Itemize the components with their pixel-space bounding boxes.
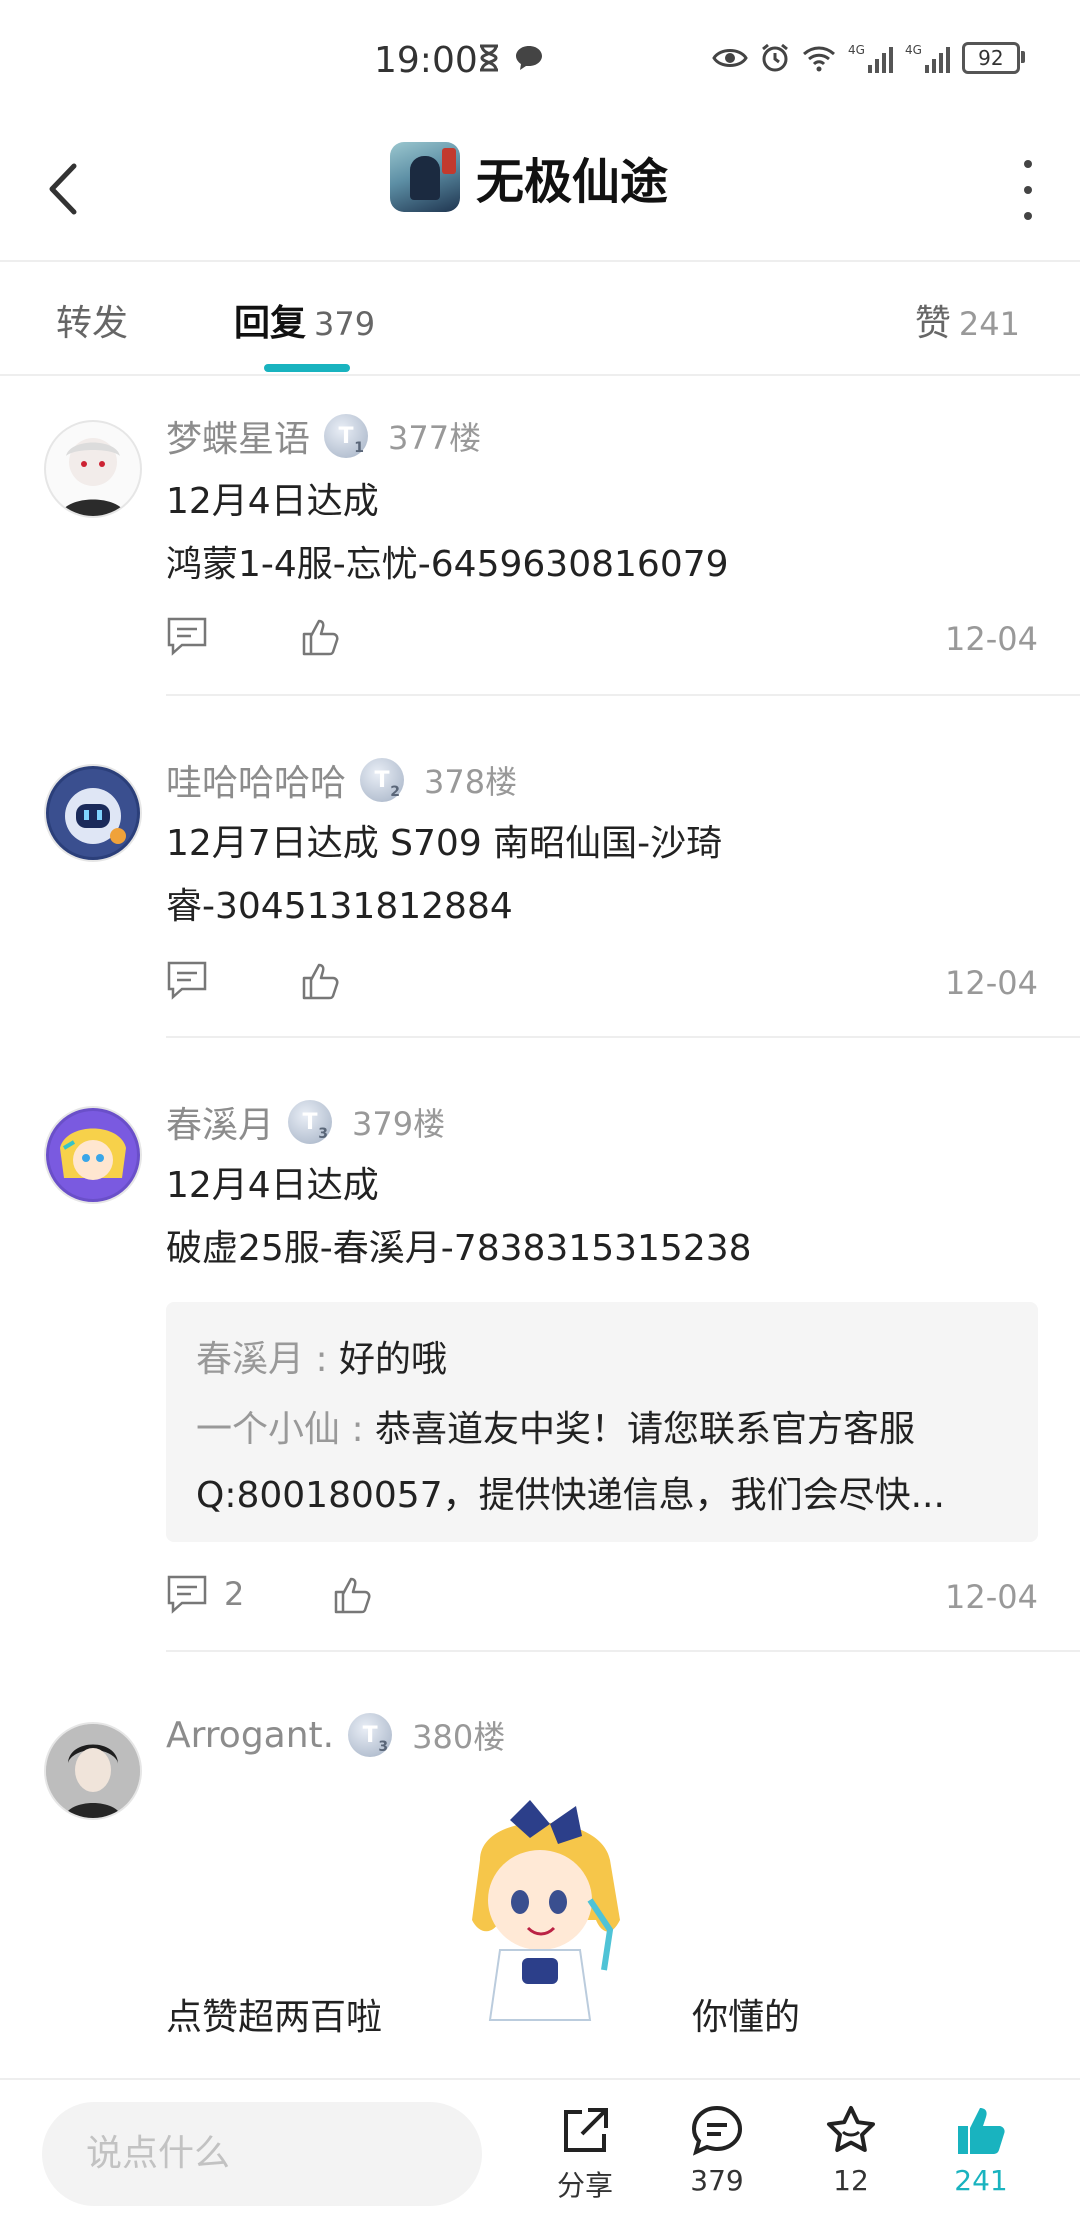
like-button[interactable]	[300, 960, 342, 1006]
tab-reply[interactable]: 回复 379	[234, 294, 375, 346]
divider	[166, 694, 1080, 696]
sub-reply: 春溪月 : 好的哦	[196, 1339, 448, 1380]
app-title-group[interactable]: 无极仙途	[390, 142, 668, 212]
more-options-icon[interactable]	[1022, 160, 1034, 220]
level-badge-icon: T1	[324, 414, 369, 458]
comments-button[interactable]: 379	[662, 2104, 772, 2197]
like-button-main[interactable]: 241	[926, 2104, 1036, 2197]
comment-icon	[167, 1575, 207, 1614]
comment-input[interactable]: 说点什么	[42, 2102, 482, 2206]
tab-indicator	[264, 364, 350, 372]
thumbs-up-icon	[302, 619, 339, 656]
favorite-button[interactable]: 12	[796, 2104, 906, 2197]
reply-date: 12-04	[945, 1578, 1038, 1616]
thumbs-up-icon	[302, 963, 339, 1000]
favorites-count: 12	[833, 2164, 869, 2197]
status-time: 19:00	[374, 40, 478, 81]
comment-icon	[167, 617, 207, 656]
comment-button[interactable]	[166, 616, 208, 656]
share-icon	[564, 2108, 608, 2152]
reply-date: 12-04	[945, 620, 1038, 658]
floor-number: 378楼	[424, 763, 518, 801]
tab-like[interactable]: 赞 241	[915, 294, 1020, 346]
reply-content[interactable]: 12月4日达成 鸿蒙1-4服-忘忧-6459630816079	[166, 470, 729, 596]
username[interactable]: 春溪月	[166, 1096, 274, 1148]
sub-reply: 一个小仙 : 恭喜道友中奖！请您联系官方客服	[196, 1409, 916, 1450]
comment-count: 2	[224, 1575, 245, 1613]
avatar[interactable]	[44, 1106, 142, 1204]
avatar[interactable]	[44, 1722, 142, 1820]
divider	[166, 1650, 1080, 1652]
reply-date: 12-04	[945, 964, 1038, 1002]
likes-count: 241	[954, 2164, 1008, 2197]
reply-actions: 12-04	[166, 960, 1038, 1010]
floor-number: 380楼	[412, 1718, 506, 1756]
tab-like-label: 赞	[914, 303, 951, 344]
sticker-caption-left: 点赞超两百啦	[166, 1997, 383, 2038]
comments-count: 379	[690, 2164, 744, 2197]
username[interactable]: 梦蝶星语	[166, 410, 310, 462]
wifi-icon	[803, 46, 835, 72]
eye-icon	[712, 49, 748, 67]
comment-button[interactable]: 2	[166, 1574, 244, 1614]
anime-sticker-image[interactable]	[440, 1790, 640, 2030]
level-badge-icon: T3	[348, 1713, 393, 1757]
reply-content[interactable]: 12月7日达成 S709 南昭仙国-沙琦 睿-3045131812884	[166, 812, 722, 938]
thumbs-up-icon	[334, 1577, 371, 1614]
comment-bubble-icon	[691, 2105, 743, 2156]
comment-button[interactable]	[166, 960, 208, 1000]
tab-forward[interactable]: 转发	[56, 294, 128, 346]
bottom-action-bar: 说点什么 分享 379 12 241	[0, 2078, 1080, 2230]
like-button[interactable]	[332, 1574, 374, 1620]
battery-icon: 92	[961, 42, 1025, 74]
reply-actions: 2 12-04	[166, 1574, 1038, 1624]
status-bar: 19:00 4G 4G 92	[0, 0, 1080, 120]
tab-bar: 转发 回复 379 赞 241	[0, 262, 1080, 376]
share-label: 分享	[556, 2169, 613, 2202]
top-app-bar: 无极仙途	[0, 120, 1080, 262]
chat-bubble-icon	[516, 46, 542, 70]
page-title: 无极仙途	[476, 154, 669, 210]
divider	[166, 1036, 1080, 1038]
signal-icon: 4G	[848, 43, 893, 73]
tab-reply-label: 回复	[234, 303, 307, 344]
username[interactable]: 哇哈哈哈哈	[166, 754, 346, 806]
username[interactable]: Arrogant.	[166, 1715, 334, 1756]
sticker-caption-right: 你懂的	[692, 1997, 801, 2038]
level-badge-icon: T3	[288, 1100, 333, 1144]
comment-icon	[167, 961, 207, 1000]
tab-reply-count: 379	[314, 305, 376, 343]
reply-actions: 12-04	[166, 616, 1038, 666]
like-button[interactable]	[300, 616, 342, 662]
star-icon	[827, 2106, 875, 2152]
floor-number: 377楼	[388, 419, 482, 457]
alarm-icon	[762, 43, 788, 72]
hourglass-icon	[480, 44, 498, 72]
tab-like-count: 241	[958, 305, 1020, 343]
thumbs-up-filled-icon	[958, 2108, 1005, 2154]
signal-icon-2: 4G	[905, 43, 950, 73]
level-badge-icon: T2	[360, 758, 405, 802]
avatar[interactable]	[44, 420, 142, 518]
floor-number: 379楼	[352, 1105, 446, 1143]
sub-reply-continued: Q:800180057，提供快递信息，我们会尽快...	[196, 1475, 945, 1516]
sub-replies-box[interactable]: 春溪月 : 好的哦 一个小仙 : 恭喜道友中奖！请您联系官方客服 Q:80018…	[166, 1302, 1038, 1542]
back-arrow-icon[interactable]	[40, 154, 90, 224]
share-button[interactable]: 分享	[530, 2104, 640, 2204]
app-logo-icon	[390, 142, 460, 212]
avatar[interactable]	[44, 764, 142, 862]
reply-content[interactable]: 12月4日达成 破虚25服-春溪月-7838315315238	[166, 1154, 752, 1280]
